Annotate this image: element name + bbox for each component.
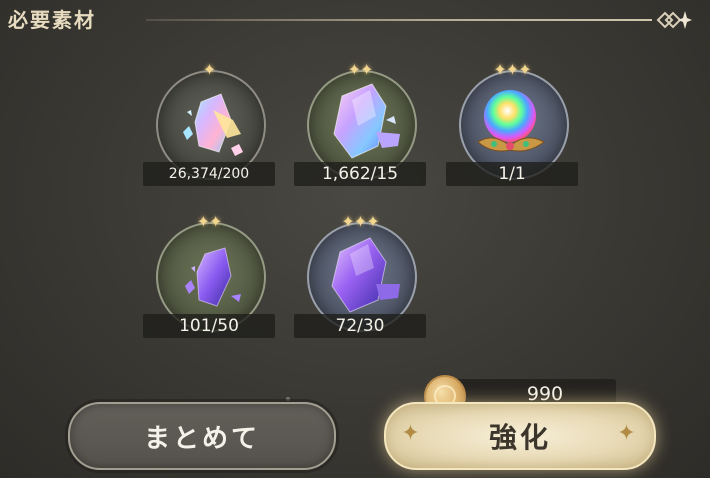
enhance-button-label: 強化 [488,421,551,454]
crystal-cluster-icon [333,83,400,159]
crystal-shard-small-icon [183,93,243,156]
dot-indicator [286,397,290,401]
material-item-5[interactable]: ✦✦✦ 72/30 [294,212,426,340]
purple-shard-icon [185,247,241,307]
material-count: 26,374/200 [143,162,275,186]
material-count: 1,662/15 [294,162,426,186]
section-title: 必要素材 [8,8,96,32]
title-ornament-icon [656,11,692,29]
bulk-button-label: まとめて [143,423,260,454]
material-count: 72/30 [294,314,426,338]
purple-crystal-cluster-icon [331,237,400,313]
material-count: 101/50 [143,314,275,338]
sparkle-icon: ✦ [401,421,423,446]
sparkle-icon: ✦ [617,421,639,446]
material-item-4[interactable]: ✦✦ 101/50 [143,212,275,340]
bulk-button[interactable]: まとめて [68,402,336,470]
material-count: 1/1 [446,162,578,186]
enhance-button[interactable]: ✦ 強化 ✦ [384,402,656,470]
material-item-1[interactable]: ✦ 26,374/200 [143,60,275,188]
material-item-2[interactable]: ✦✦ 1,662/15 [294,60,426,188]
material-item-3[interactable]: ✦✦✦ 1/1 [446,60,578,188]
title-divider [146,19,652,21]
rainbow-orb-icon [477,90,545,152]
